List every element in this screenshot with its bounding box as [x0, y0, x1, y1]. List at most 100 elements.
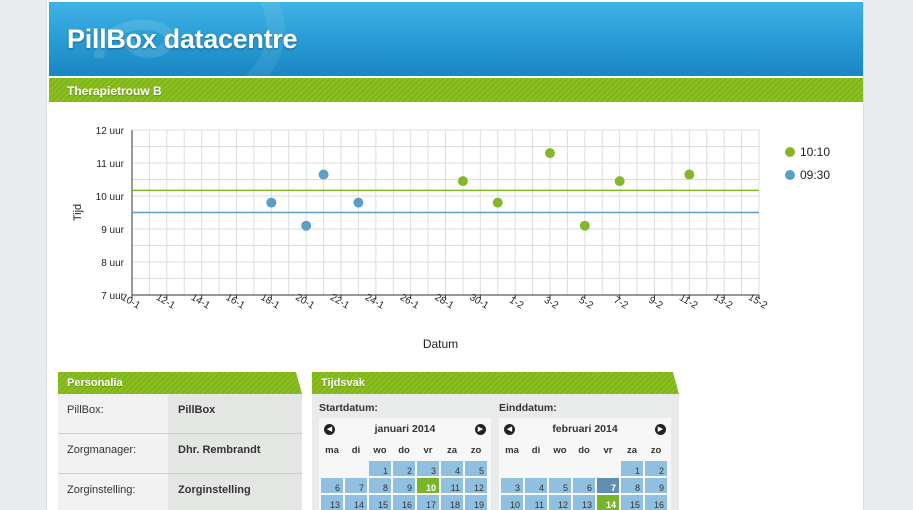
section-title: Therapietrouw B [49, 78, 863, 102]
x-tick-label: 1-2 [507, 295, 525, 312]
calendar-day[interactable]: 14 [345, 495, 367, 510]
calendar-day[interactable]: 3 [417, 461, 439, 476]
calendar-day[interactable]: 6 [573, 478, 595, 493]
data-point [301, 220, 312, 231]
calendar-day[interactable]: 18 [441, 495, 463, 510]
y-tick-label: 12 uur [96, 126, 125, 137]
calendar-day[interactable]: 9 [645, 478, 667, 493]
weekday-label: zo [650, 444, 662, 456]
legend-item[interactable]: 09:30 [785, 163, 830, 186]
calendar-day[interactable]: 6 [321, 478, 343, 493]
x-tick-label: 9-2 [646, 295, 664, 312]
calendar-day[interactable]: 2 [393, 461, 415, 476]
row-value: Dhr. Rembrandt [168, 434, 302, 473]
calendar-day[interactable]: 12 [549, 495, 571, 510]
calendar-day[interactable]: 5 [465, 461, 487, 476]
calendar-header: ◀ januari 2014 ▶ [319, 418, 491, 440]
therapy-chart: 7 uur 8 uur 9 uur 10 uur 11 uur 12 uur 10-1 12-… [47, 110, 865, 360]
calendar-day[interactable]: 15 [621, 495, 643, 510]
data-point [457, 176, 468, 187]
calendar-day[interactable]: 8 [369, 478, 391, 493]
calendar-day[interactable]: 7 [345, 478, 367, 493]
row-label: Zorgmanager: [67, 444, 137, 456]
x-tick-label: 15-2 [746, 292, 769, 312]
calendar-day[interactable]: 7 [597, 478, 619, 493]
calendar-day[interactable]: 3 [501, 478, 523, 493]
calendar-day[interactable]: 9 [393, 478, 415, 493]
weekday-label: wo [373, 444, 387, 456]
calendar-header: ◀ februari 2014 ▶ [499, 418, 671, 440]
calendar-empty-cell [549, 461, 571, 476]
calendar-day[interactable]: 14 [597, 495, 619, 510]
next-month-icon[interactable]: ▶ [655, 423, 666, 435]
weekday-label: zo [470, 444, 482, 456]
data-point [579, 220, 590, 231]
y-axis-label: Tijd [72, 204, 84, 221]
legend-label: 09:30 [800, 167, 831, 182]
start-calendar: ◀ januari 2014 ▶ ma di wo do vr za zo 1 2 3 4 5 6 7 8 9… [319, 418, 491, 510]
start-date-column: Startdatum: ◀ januari 2014 ▶ ma di wo do vr z… [312, 402, 491, 510]
calendar-day[interactable]: 11 [441, 478, 463, 493]
calendar-day[interactable]: 13 [573, 495, 595, 510]
prev-month-icon[interactable]: ◀ [324, 423, 335, 435]
calendar-day[interactable]: 4 [525, 478, 547, 493]
personalia-header: Personalia [58, 372, 302, 394]
calendar-empty-cell [525, 461, 547, 476]
personalia-panel: Personalia PillBox: PillBox Zorgmanager:… [58, 372, 302, 510]
calendar-day[interactable]: 16 [393, 495, 415, 510]
tijdsvak-header: Tijdsvak [312, 372, 679, 394]
legend-marker-icon [785, 169, 795, 180]
calendar-day[interactable]: 15 [369, 495, 391, 510]
data-point [492, 197, 503, 208]
weekday-label: di [351, 444, 361, 456]
y-tick-label: 9 uur [101, 225, 124, 236]
personalia-row: Zorgmanager: Dhr. Rembrandt [58, 434, 302, 474]
scatter-chart: 7 uur8 uur9 uur10 uur11 uur12 uur10-1 12-… [72, 126, 769, 351]
calendar-month: januari 2014 [374, 423, 436, 435]
y-tick-label: 10 uur [96, 192, 125, 203]
calendar-day[interactable]: 5 [549, 478, 571, 493]
calendar-day[interactable]: 4 [441, 461, 463, 476]
weekday-label: za [446, 444, 458, 456]
data-point [318, 169, 329, 180]
data-point [614, 176, 625, 187]
prev-month-icon[interactable]: ◀ [504, 423, 515, 435]
y-tick-label: 8 uur [101, 258, 124, 269]
calendar-grid: ma di wo do vr za zo 1 2 3 4 5 6 7 8 9 10 11 12 13 14 15 16 [499, 440, 671, 510]
weekday-label: ma [505, 444, 519, 456]
data-point [684, 169, 695, 180]
calendar-day[interactable]: 17 [417, 495, 439, 510]
calendar-day[interactable]: 19 [465, 495, 487, 510]
next-month-icon[interactable]: ▶ [474, 423, 486, 435]
data-point [353, 197, 364, 208]
calendar-day[interactable]: 2 [645, 461, 667, 476]
weekday-label: vr [423, 444, 433, 456]
app-title: PillBox datacentre [67, 24, 298, 54]
x-tick-label: 3-2 [542, 295, 560, 312]
calendar-empty-cell [345, 461, 367, 476]
calendar-day[interactable]: 10 [417, 478, 439, 493]
calendar-empty-cell [321, 461, 343, 476]
calendar-day[interactable]: 10 [501, 495, 523, 510]
weekday-label: za [626, 444, 638, 456]
calendar-day[interactable]: 11 [525, 495, 547, 510]
calendar-day[interactable]: 1 [369, 461, 391, 476]
tijdsvak-body: Startdatum: ◀ januari 2014 ▶ ma di wo do vr z… [312, 394, 679, 510]
calendar-day[interactable]: 16 [645, 495, 667, 510]
y-tick-label: 11 uur [96, 159, 124, 170]
weekday-label: wo [553, 444, 567, 456]
legend-marker-icon [785, 146, 795, 157]
calendar-day[interactable]: 12 [465, 478, 487, 493]
calendar-day[interactable]: 13 [321, 495, 343, 510]
row-value: Zorginstelling [168, 474, 302, 510]
legend-item[interactable]: 10:10 [785, 140, 830, 163]
calendar-empty-cell [597, 461, 619, 476]
calendar-day[interactable]: 1 [621, 461, 643, 476]
start-date-label: Startdatum: [319, 402, 378, 414]
calendar-day[interactable]: 8 [621, 478, 643, 493]
x-tick-label: 7-2 [612, 295, 630, 312]
end-date-label: Einddatum: [499, 402, 557, 414]
row-value: PillBox [168, 394, 302, 433]
calendar-empty-cell [501, 461, 523, 476]
weekday-label: do [578, 444, 590, 456]
